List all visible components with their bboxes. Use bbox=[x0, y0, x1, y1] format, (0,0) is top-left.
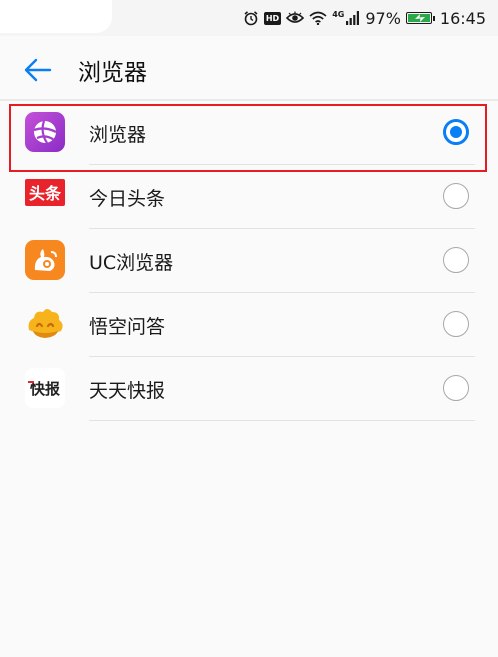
option-wukong[interactable]: 悟空问答 bbox=[0, 293, 498, 357]
kuaibao-icon: 快报 bbox=[25, 368, 65, 408]
radio-unselected[interactable] bbox=[443, 183, 469, 209]
signal-icon bbox=[346, 11, 360, 25]
arrow-left-icon bbox=[24, 58, 52, 82]
option-label: 今日头条 bbox=[89, 188, 166, 210]
status-icons: HD 4G 97% 16:45 bbox=[243, 7, 486, 29]
back-button[interactable] bbox=[22, 54, 54, 86]
radio-unselected[interactable] bbox=[443, 375, 469, 401]
battery-icon bbox=[405, 12, 435, 24]
status-bar: HD 4G 97% 16:45 bbox=[0, 0, 498, 36]
option-toutiao[interactable]: 头条 今日头条 bbox=[0, 165, 498, 229]
toutiao-icon-text: 头条 bbox=[29, 184, 62, 203]
option-kuaibao[interactable]: 快报 天天快报 bbox=[0, 357, 498, 421]
option-browser[interactable]: 浏览器 bbox=[0, 101, 498, 165]
radio-unselected[interactable] bbox=[443, 247, 469, 273]
option-uc-browser[interactable]: UC浏览器 bbox=[0, 229, 498, 293]
kuaibao-icon-text: 快报 bbox=[30, 380, 60, 398]
alarm-icon bbox=[244, 11, 258, 26]
network-type-label: 4G bbox=[332, 9, 345, 19]
huawei-browser-icon bbox=[25, 112, 65, 152]
charging-bolt-icon bbox=[414, 14, 425, 22]
divider bbox=[89, 420, 475, 421]
hd-icon: HD bbox=[263, 11, 282, 25]
battery-percent: 97% bbox=[365, 8, 401, 28]
uc-browser-icon bbox=[25, 240, 65, 280]
radio-unselected[interactable] bbox=[443, 311, 469, 337]
eye-comfort-icon bbox=[286, 11, 305, 23]
option-label: UC浏览器 bbox=[89, 252, 174, 274]
option-label: 天天快报 bbox=[89, 380, 166, 402]
clock: 16:45 bbox=[439, 8, 486, 28]
app-bar: 浏览器 bbox=[0, 36, 498, 100]
browser-options-list: 浏览器 头条 今日头条 UC浏览器 悟空问答 快报 天天快报 bbox=[0, 101, 498, 421]
page-title: 浏览器 bbox=[78, 60, 147, 86]
status-bar-blank-area bbox=[0, 0, 112, 33]
wifi-icon bbox=[309, 11, 327, 25]
radio-selected[interactable] bbox=[443, 119, 469, 145]
toutiao-icon: 头条 bbox=[25, 179, 65, 206]
option-label: 浏览器 bbox=[89, 124, 147, 146]
option-label: 悟空问答 bbox=[89, 316, 166, 338]
wukong-icon bbox=[28, 309, 63, 338]
